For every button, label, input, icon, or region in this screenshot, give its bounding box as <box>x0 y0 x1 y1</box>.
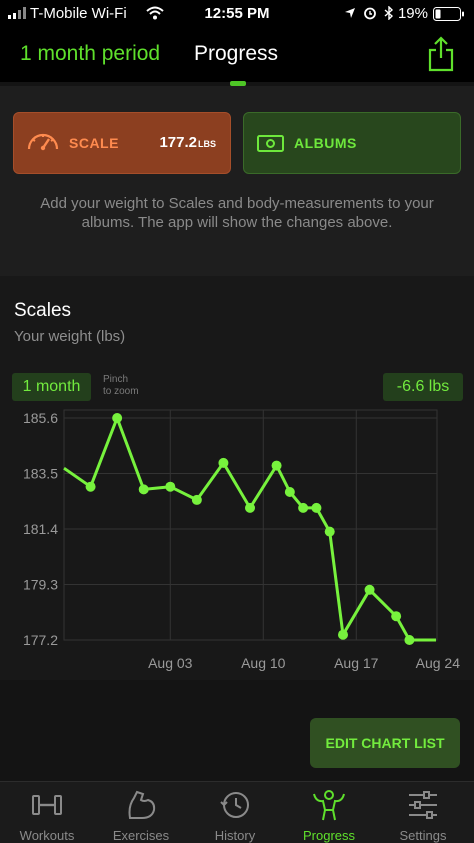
y-tick-label: 177.2 <box>23 632 58 648</box>
data-point <box>404 635 415 645</box>
battery-percent: 19% <box>397 5 428 22</box>
location-icon <box>345 8 355 18</box>
tab-exercises[interactable]: Exercises <box>94 782 188 843</box>
weight-chart[interactable]: 185.6 183.5 181.4 179.3 177.2 Aug 03 Aug 10 Au… <box>0 276 474 680</box>
tab-bar: Workouts Exercises History Progress Sett… <box>0 781 474 843</box>
data-point <box>324 526 335 537</box>
edit-chart-list-button[interactable]: EDIT CHART LIST <box>310 718 460 768</box>
scale-label: SCALE <box>69 135 119 151</box>
nav-bar: 1 month period Progress <box>0 28 474 82</box>
data-point <box>245 502 255 513</box>
albums-label: ALBUMS <box>294 135 357 151</box>
data-point <box>112 413 123 423</box>
scale-card[interactable]: SCALE 177.2LBS <box>13 112 231 174</box>
y-tick-label: 185.6 <box>23 410 58 426</box>
x-tick-label: Aug 17 <box>334 655 379 671</box>
x-tick-label: Aug 03 <box>148 655 193 671</box>
y-tick-label: 183.5 <box>23 466 58 482</box>
data-point <box>85 481 96 492</box>
tab-progress[interactable]: Progress <box>282 782 376 843</box>
camera-icon <box>257 135 284 152</box>
data-point <box>165 481 176 492</box>
data-point <box>391 611 402 622</box>
tab-label-history: History <box>214 828 256 843</box>
alarm-icon <box>364 7 376 20</box>
y-tick-label: 181.4 <box>23 521 58 537</box>
data-point <box>364 584 375 595</box>
data-point <box>298 502 309 513</box>
bodybuilder-icon <box>313 790 345 821</box>
page-title: Progress <box>194 42 279 65</box>
data-point <box>338 629 348 640</box>
summary-section: SCALE 177.2LBS ALBUMS Add your weight to… <box>0 86 474 276</box>
bluetooth-icon <box>384 6 394 20</box>
tab-label-settings: Settings <box>399 828 447 843</box>
scale-number: 177.2 <box>159 134 197 151</box>
x-tick-label: Aug 24 <box>416 655 461 671</box>
tab-history[interactable]: History <box>188 782 282 843</box>
tab-settings[interactable]: Settings <box>376 782 470 843</box>
data-point <box>218 457 229 468</box>
tab-label-exercises: Exercises <box>112 828 170 843</box>
data-point <box>284 487 295 497</box>
flexed-arm-icon <box>128 790 156 819</box>
tab-label-progress: Progress <box>302 828 356 843</box>
period-selector[interactable]: 1 month period <box>20 42 160 66</box>
chart-frame <box>63 409 438 641</box>
share-icon[interactable] <box>424 36 458 72</box>
history-clock-icon <box>220 792 249 818</box>
x-tick-label: Aug 10 <box>241 655 286 671</box>
status-bar: T-Mobile Wi-Fi 12:55 PM 19% <box>0 0 474 28</box>
tab-label-workouts: Workouts <box>19 828 75 843</box>
dumbbell-icon <box>32 795 62 815</box>
scale-gauge-icon <box>27 133 59 151</box>
data-point <box>271 460 282 471</box>
sliders-icon <box>409 791 437 819</box>
summary-hint: Add your weight to Scales and body-measu… <box>40 195 434 231</box>
battery-icon <box>433 7 464 21</box>
albums-card[interactable]: ALBUMS <box>243 112 461 174</box>
data-point <box>138 484 149 495</box>
data-point <box>311 502 322 513</box>
scale-unit: LBS <box>198 139 216 149</box>
tab-workouts[interactable]: Workouts <box>0 782 94 843</box>
data-point <box>191 494 202 505</box>
scale-value: 177.2LBS <box>159 134 216 151</box>
y-tick-label: 179.3 <box>23 577 58 593</box>
